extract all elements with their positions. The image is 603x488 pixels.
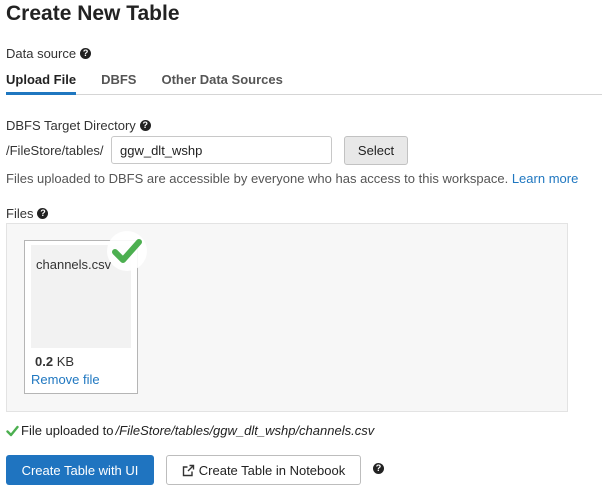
dbfs-access-text: Files uploaded to DBFS are accessible by… [6, 171, 509, 186]
remove-file-link[interactable]: Remove file [31, 372, 100, 387]
upload-success-badge [107, 231, 147, 271]
external-link-icon [182, 464, 194, 476]
create-table-notebook-button[interactable]: Create Table in Notebook [166, 455, 361, 485]
target-dir-label-row: DBFS Target Directory ? [6, 118, 151, 133]
check-icon [112, 239, 142, 263]
learn-more-link[interactable]: Learn more [512, 171, 578, 186]
tab-other-data-sources[interactable]: Other Data Sources [161, 70, 282, 95]
question-circle-icon[interactable]: ? [37, 208, 49, 219]
files-label-row: Files ? [6, 206, 49, 221]
file-size-unit: KB [56, 354, 75, 369]
target-dir-input[interactable] [111, 136, 332, 164]
upload-status-prefix: File uploaded to [21, 423, 114, 438]
file-size: 0.2 KB [35, 354, 74, 369]
target-dir-label: DBFS Target Directory [6, 118, 136, 133]
file-size-value: 0.2 [35, 354, 54, 369]
data-source-label-row: Data source ? [6, 46, 92, 61]
question-circle-icon[interactable]: ? [139, 120, 151, 131]
tab-upload-file[interactable]: Upload File [6, 70, 77, 95]
check-icon [6, 425, 19, 436]
tab-dbfs[interactable]: DBFS [101, 70, 136, 95]
question-circle-icon[interactable]: ? [373, 463, 384, 474]
page-title: Create New Table [6, 2, 180, 25]
upload-status-path: /FileStore/tables/ggw_dlt_wshp/channels.… [115, 423, 375, 438]
files-label: Files [6, 206, 34, 221]
select-button[interactable]: Select [344, 136, 408, 165]
question-circle-icon[interactable]: ? [80, 48, 92, 59]
upload-status: File uploaded to /FileStore/tables/ggw_d… [6, 423, 374, 438]
create-table-notebook-label: Create Table in Notebook [198, 462, 346, 478]
dbfs-access-note: Files uploaded to DBFS are accessible by… [6, 171, 578, 186]
create-table-ui-button[interactable]: Create Table with UI [6, 455, 154, 485]
file-name: channels.csv [36, 257, 112, 272]
data-source-label: Data source [6, 46, 77, 61]
target-dir-prefix: /FileStore/tables/ [6, 143, 104, 158]
data-source-tabs: Upload File DBFS Other Data Sources [6, 70, 602, 95]
